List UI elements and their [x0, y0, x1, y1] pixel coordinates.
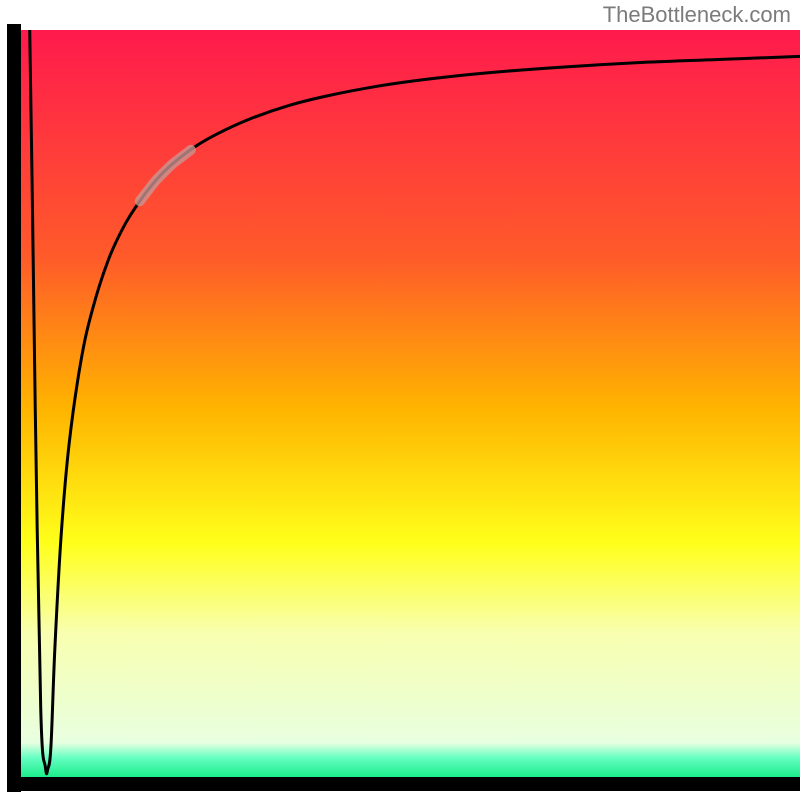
attribution-text: TheBottleneck.com	[603, 2, 791, 28]
gradient-background	[14, 30, 800, 784]
bottleneck-chart	[0, 0, 800, 800]
